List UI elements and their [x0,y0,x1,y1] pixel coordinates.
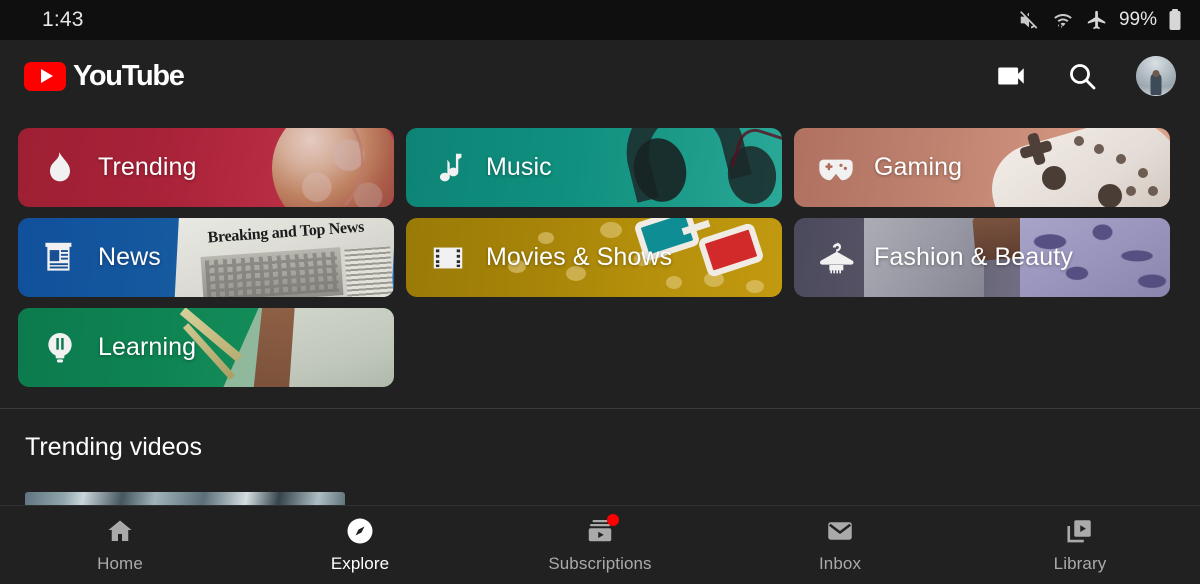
film-strip-icon [426,236,470,280]
library-icon [1065,516,1095,546]
newspaper-icon [38,236,82,280]
youtube-play-logo [24,62,66,91]
app-bar: YouTube [0,40,1200,112]
nav-item-inbox[interactable]: Inbox [720,506,960,584]
hanger-icon [814,236,858,280]
bottom-navigation-bar: Home Explore Subscriptions [0,505,1200,584]
status-time: 1:43 [42,8,84,32]
category-card-gaming[interactable]: Gaming [794,128,1170,207]
category-card-learning[interactable]: Learning [18,308,394,387]
category-card-movies-and-shows[interactable]: Movies & Shows [406,218,782,297]
account-avatar[interactable] [1136,56,1176,96]
explore-category-grid: Trending Music [0,128,1200,408]
nav-label: Explore [331,554,389,574]
category-row-1: Trending Music [18,128,1182,207]
nav-label: Home [97,554,143,574]
grid-spacer [794,308,1170,387]
category-label: Movies & Shows [486,243,672,272]
app-bar-actions [994,56,1176,96]
volume-off-icon [1018,9,1040,31]
notification-badge [607,514,619,526]
youtube-logo[interactable]: YouTube [24,60,184,93]
category-label: Learning [98,333,196,362]
category-card-trending[interactable]: Trending [18,128,394,207]
subscriptions-icon [585,516,615,546]
status-bar: 1:43 99% [0,0,1200,40]
wifi-icon [1051,9,1075,31]
youtube-explore-screen: 1:43 99% [0,0,1200,584]
category-label: Trending [98,153,197,182]
category-card-fashion-and-beauty[interactable]: Fashion & Beauty [794,218,1170,297]
category-card-music[interactable]: Music [406,128,782,207]
category-row-2: Breaking and Top News News [18,218,1182,297]
cast-video-icon[interactable] [994,59,1028,93]
nav-item-library[interactable]: Library [960,506,1200,584]
battery-icon [1168,8,1182,32]
category-label: Music [486,153,552,182]
lightbulb-icon [38,326,82,370]
home-icon [105,516,135,546]
status-icons: 99% [1018,8,1182,32]
brand-name: YouTube [73,60,184,93]
search-icon[interactable] [1065,59,1099,93]
category-row-3: Learning [18,308,1182,387]
nav-item-subscriptions[interactable]: Subscriptions [480,506,720,584]
nav-item-explore[interactable]: Explore [240,506,480,584]
category-card-news[interactable]: Breaking and Top News News [18,218,394,297]
music-note-icon [426,146,470,190]
battery-percent: 99% [1119,9,1157,31]
grid-spacer [406,308,782,387]
nav-label: Subscriptions [548,554,651,574]
gamepad-icon [814,146,858,190]
flame-icon [38,146,82,190]
nav-label: Inbox [819,554,861,574]
category-label: News [98,243,161,272]
airplane-mode-icon [1086,9,1108,31]
mail-icon [825,516,855,546]
nav-item-home[interactable]: Home [0,506,240,584]
category-label: Fashion & Beauty [874,243,1073,272]
nav-label: Library [1054,554,1107,574]
section-title: Trending videos [25,433,202,462]
category-label: Gaming [874,153,962,182]
compass-icon [345,516,375,546]
